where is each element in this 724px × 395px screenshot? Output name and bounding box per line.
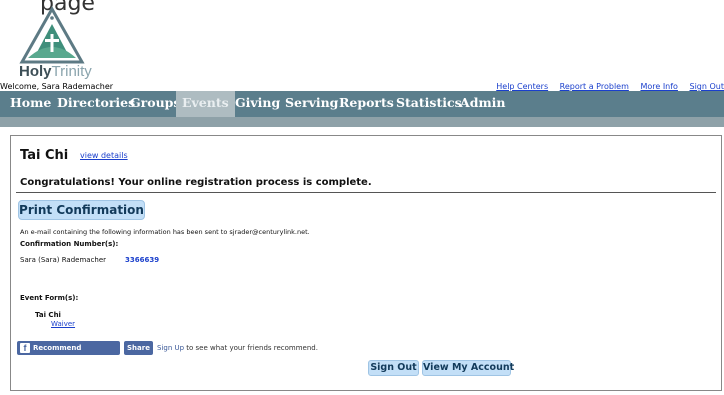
facebook-recommend-button[interactable]: f Recommend [17,341,120,355]
email-sent-message: An e-mail containing the following infor… [20,228,310,236]
divider [16,192,716,193]
sign-out-button[interactable]: Sign Out [368,360,419,376]
confirmation-label: Confirmation Number(s): [20,240,119,248]
nav-events[interactable]: Events [176,91,235,117]
nav-admin[interactable]: Admin [460,95,506,110]
facebook-share-button[interactable]: Share [124,341,153,355]
nav-directories[interactable]: Directories [57,95,135,110]
confirmation-number: 3366639 [125,256,160,264]
sub-navbar [0,117,724,127]
nav-groups[interactable]: Groups [130,95,180,110]
nav-reports[interactable]: Reports [339,95,394,110]
signup-suffix: to see what your friends recommend. [184,344,318,352]
help-centers-link[interactable]: Help Centers [496,82,548,91]
logo-trinity: Trinity [51,63,92,80]
event-title: Tai Chi [20,148,69,163]
recommend-label: Recommend [33,344,82,352]
waiver-link[interactable]: Waiver [51,320,75,328]
logo-holy: Holy [19,63,52,80]
registration-panel: Tai Chi view details Congratulations! Yo… [10,135,722,391]
logo-wordmark: HolyTrinity [19,63,92,80]
holy-trinity-logo[interactable] [16,6,88,70]
facebook-icon: f [20,343,30,353]
more-info-link[interactable]: More Info [640,82,678,91]
congrats-message: Congratulations! Your online registratio… [20,177,372,188]
print-confirmation-button[interactable]: Print Confirmation [18,200,145,220]
report-problem-link[interactable]: Report a Problem [560,82,629,91]
view-my-account-button[interactable]: View My Account [422,360,514,376]
nav-home[interactable]: Home [10,95,51,110]
view-details-link[interactable]: view details [80,151,128,160]
main-navbar: Home Directories Groups Events Giving Se… [0,91,724,117]
registrant-name: Sara (Sara) Rademacher [20,256,107,264]
top-links: Help Centers Report a Problem More Info … [487,82,724,91]
form-event-name: Tai Chi [35,311,61,319]
nav-statistics[interactable]: Statistics [396,95,462,110]
nav-serving[interactable]: Serving [285,95,338,110]
facebook-signup-link[interactable]: Sign Up [157,344,184,352]
facebook-signup-text: Sign Up to see what your friends recomme… [157,344,318,352]
church-logo-icon [19,6,85,64]
event-forms-label: Event Form(s): [20,294,79,302]
welcome-text: Welcome, Sara Rademacher [0,82,114,91]
sign-out-link[interactable]: Sign Out [690,82,724,91]
nav-giving[interactable]: Giving [235,95,280,110]
